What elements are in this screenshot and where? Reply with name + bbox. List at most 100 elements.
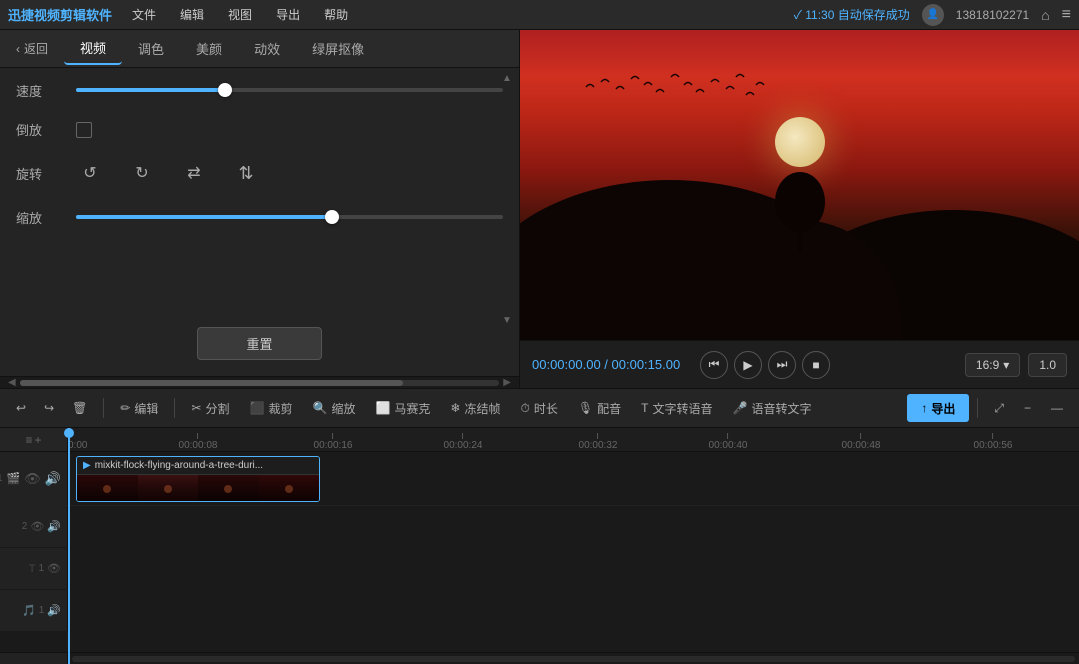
speed-label: 速度 xyxy=(16,81,76,100)
timeline-scroll-track[interactable] xyxy=(72,656,1075,662)
timeline-scroll-left xyxy=(0,653,68,664)
preview-controls: 00:00:00.00 / 00:00:15.00 ⏮ ▶ ⏭ ■ 16:9 ▾… xyxy=(520,340,1079,388)
add-track-icon[interactable]: + xyxy=(35,433,42,447)
split-button[interactable]: ✂ 分割 xyxy=(183,394,237,422)
flip-horizontal-button[interactable]: ⇄ xyxy=(180,159,208,187)
tab-greenscreen[interactable]: 绿屏抠像 xyxy=(296,33,380,64)
tab-color[interactable]: 调色 xyxy=(122,33,180,64)
step-back-button[interactable]: ⏮ xyxy=(700,351,728,379)
hscroll-thumb[interactable] xyxy=(20,380,404,386)
ruler-mark-0: 00:00:00 xyxy=(68,440,87,451)
dub-button[interactable]: 🎙 配音 xyxy=(570,394,629,422)
speed-slider-track xyxy=(76,88,503,92)
reverse-checkbox-area[interactable] xyxy=(76,122,92,138)
speech-button[interactable]: T 文字转语音 xyxy=(633,394,720,422)
tab-video[interactable]: 视频 xyxy=(64,32,122,65)
dub-icon: 🎙 xyxy=(578,401,593,415)
track-row-2: 2 👁 🔊 xyxy=(0,506,1079,548)
menu-file[interactable]: 文件 xyxy=(128,4,160,25)
voice-button[interactable]: 🎤 语音转文字 xyxy=(725,394,820,422)
rotate-cw-button[interactable]: ↻ xyxy=(128,159,156,187)
delete-button[interactable]: 🗑 xyxy=(64,394,95,422)
timeline-tracks: 1 🎬 👁 🔊 ▶ mixkit-flock-flying-around-a-t… xyxy=(0,452,1079,652)
reverse-label: 倒放 xyxy=(16,120,76,139)
track-3-area xyxy=(68,548,1079,589)
track-3-eye[interactable]: 👁 xyxy=(47,562,61,575)
track-4-audio[interactable]: 🔊 xyxy=(47,604,61,617)
track-row-3: T 1 👁 xyxy=(0,548,1079,590)
timeline-settings-icon[interactable]: ≡ xyxy=(25,433,32,447)
video-track-controls: 1 🎬 👁 🔊 xyxy=(0,452,68,505)
tab-beauty[interactable]: 美颜 xyxy=(180,33,238,64)
reset-button[interactable]: 重置 xyxy=(197,327,321,360)
step-forward-button[interactable]: ⏭ xyxy=(768,351,796,379)
track-4-num: 🎵 xyxy=(22,604,36,617)
flip-vertical-button[interactable]: ⇅ xyxy=(232,159,260,187)
user-id[interactable]: 13818102271 xyxy=(956,8,1029,22)
scroll-arrow-down[interactable]: ▼ xyxy=(499,312,515,328)
menu-view[interactable]: 视图 xyxy=(224,4,256,25)
scale-slider[interactable] xyxy=(76,207,503,227)
track-2-eye[interactable]: 👁 xyxy=(30,520,44,533)
zoom-icon: 🔍 xyxy=(312,401,327,415)
edit-button[interactable]: ✏ 编辑 xyxy=(112,394,166,422)
aspect-ratio-button[interactable]: 16:9 ▾ xyxy=(965,353,1020,377)
track-4-sub: 1 xyxy=(39,605,45,616)
preview-birds xyxy=(576,67,776,127)
track-row-4: 🎵 1 🔊 xyxy=(0,590,1079,632)
chevron-down-icon: ▾ xyxy=(1003,358,1009,372)
crop-button[interactable]: ⬛ 裁剪 xyxy=(242,394,301,422)
toolbar: ↩ ↪ 🗑 ✏ 编辑 ✂ 分割 ⬛ 裁剪 🔍 缩放 ⬜ 马赛克 ❄ 冻结帧 xyxy=(0,388,1079,428)
menu-edit[interactable]: 编辑 xyxy=(176,4,208,25)
stop-button[interactable]: ■ xyxy=(802,351,830,379)
timer-icon: ⏱ xyxy=(521,401,530,416)
undo-button[interactable]: ↩ xyxy=(8,394,34,422)
menu-bar: 迅捷视频剪辑软件 文件 编辑 视图 导出 帮助 ✓ 11:30 自动保存成功 👤… xyxy=(0,0,1079,30)
scroll-left-arrow[interactable]: ◀ xyxy=(4,377,20,388)
speed-slider-thumb[interactable] xyxy=(218,83,232,97)
reverse-checkbox[interactable] xyxy=(76,122,92,138)
menu-export[interactable]: 导出 xyxy=(272,4,304,25)
speed-slider[interactable] xyxy=(76,80,503,100)
panel-scrollbar[interactable]: ◀ ▶ xyxy=(0,376,519,388)
freeze-button[interactable]: ❄ 冻结帧 xyxy=(442,394,508,422)
back-button[interactable]: ‹ 返回 xyxy=(8,36,56,61)
menu-help[interactable]: 帮助 xyxy=(320,4,352,25)
hscroll-track[interactable] xyxy=(20,380,500,386)
zoom-out-button[interactable]: − xyxy=(1016,394,1039,422)
tab-effects[interactable]: 动效 xyxy=(238,33,296,64)
timeline-spacer: ≡ + xyxy=(0,428,68,451)
edit-icon: ✏ xyxy=(120,401,130,415)
track-2-audio[interactable]: 🔊 xyxy=(47,520,61,533)
track-4-area xyxy=(68,590,1079,631)
user-avatar[interactable]: 👤 xyxy=(922,4,944,26)
rotate-ccw-button[interactable]: ↺ xyxy=(76,159,104,187)
play-button[interactable]: ▶ xyxy=(734,351,762,379)
thumb-1 xyxy=(77,475,138,502)
right-panel: 00:00:00.00 / 00:00:15.00 ⏮ ▶ ⏭ ■ 16:9 ▾… xyxy=(520,30,1079,388)
video-clip[interactable]: ▶ mixkit-flock-flying-around-a-tree-duri… xyxy=(76,456,320,502)
fullscreen-button[interactable]: ⤢ xyxy=(986,394,1012,422)
more-options-icon[interactable]: ≡ xyxy=(1062,6,1071,24)
scroll-right-arrow[interactable]: ▶ xyxy=(499,377,515,388)
home-icon[interactable]: ⌂ xyxy=(1041,7,1049,23)
timer-button[interactable]: ⏱ 时长 xyxy=(513,394,566,422)
panel-tabs: ‹ 返回 视频 调色 美颜 动效 绿屏抠像 xyxy=(0,30,519,68)
preview-moon xyxy=(775,117,825,167)
scale-label: 缩放 xyxy=(16,208,76,227)
video-track-audio[interactable]: 🔊 xyxy=(45,470,61,488)
redo-button[interactable]: ↪ xyxy=(36,394,62,422)
clip-header: ▶ mixkit-flock-flying-around-a-tree-duri… xyxy=(77,457,319,475)
ruler-mark-8: 00:00:08 xyxy=(179,440,218,451)
zoom-button[interactable]: 🔍 缩放 xyxy=(304,394,363,422)
export-button[interactable]: ↑ 导出 xyxy=(907,394,969,422)
main-area: ▲ ‹ 返回 视频 调色 美颜 动效 绿屏抠像 速度 xyxy=(0,30,1079,388)
check-icon: ✓ xyxy=(794,8,802,22)
left-panel: ▲ ‹ 返回 视频 调色 美颜 动效 绿屏抠像 速度 xyxy=(0,30,520,388)
timeline-scrollbar[interactable] xyxy=(0,652,1079,664)
zoom-level-button[interactable]: 1.0 xyxy=(1028,353,1067,377)
zoom-in-button[interactable]: — xyxy=(1043,394,1071,422)
video-track-eye[interactable]: 👁 xyxy=(24,470,41,488)
mask-button[interactable]: ⬜ 马赛克 xyxy=(367,394,438,422)
scale-slider-thumb[interactable] xyxy=(325,210,339,224)
